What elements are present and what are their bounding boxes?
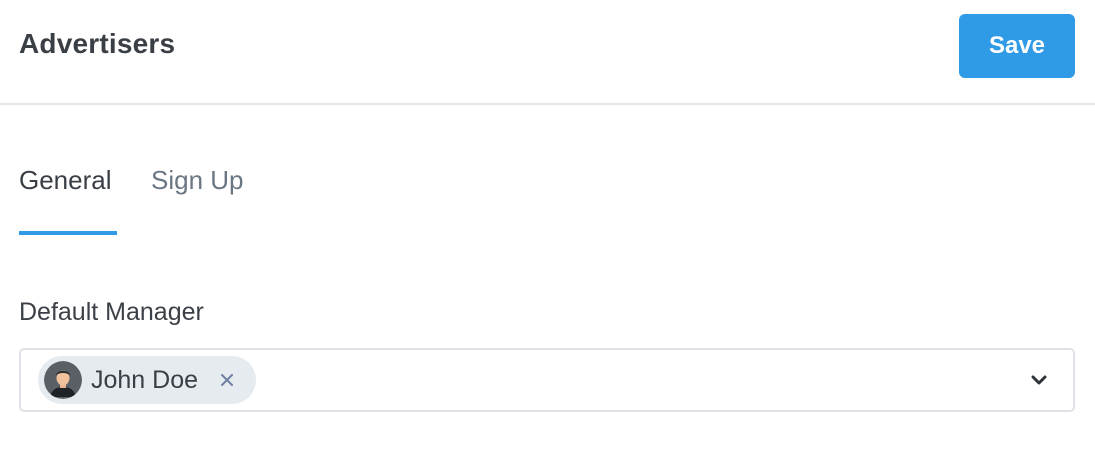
save-button[interactable]: Save	[959, 14, 1075, 78]
tab-sign-up-label: Sign Up	[151, 165, 244, 195]
chevron-down-icon[interactable]	[1029, 371, 1049, 389]
default-manager-select[interactable]: John Doe	[19, 348, 1075, 412]
user-avatar-icon	[44, 361, 82, 399]
selected-manager-name: John Doe	[91, 365, 199, 394]
tab-general[interactable]: General	[19, 165, 117, 235]
tab-sign-up[interactable]: Sign Up	[151, 165, 244, 235]
default-manager-label: Default Manager	[19, 298, 204, 326]
selected-manager-chip: John Doe	[38, 356, 257, 404]
page-title: Advertisers	[19, 28, 176, 59]
page-header: Advertisers Save	[0, 0, 1095, 105]
active-tab-indicator	[19, 231, 117, 235]
tab-general-label: General	[19, 165, 112, 195]
close-icon[interactable]	[216, 369, 238, 391]
